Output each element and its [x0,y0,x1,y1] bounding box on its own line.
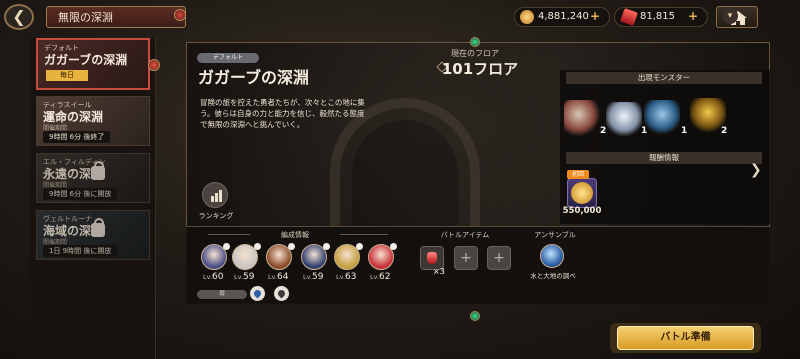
lock-icon [91,161,105,180]
rewards-header: 報酬情報 [566,152,762,164]
monster-count: 2 [721,126,728,136]
unit-level: Lv.62 [370,272,390,282]
element-icon [356,243,363,250]
lv-prefix: Lv. [203,273,213,281]
lv-value: 59 [312,272,324,282]
gold-coin-icon [520,10,534,24]
card-name: ガガーブの深淵 [44,53,128,67]
element-icon [223,243,230,250]
element-icon [390,243,397,250]
add-gold-button[interactable]: + [590,9,600,23]
lv-prefix: Lv. [268,273,278,281]
lv-prefix: Lv. [303,273,313,281]
card-time: 1日 9時間 後に開放 [43,245,118,257]
lv-value: 63 [345,272,357,282]
ensemble-icon[interactable] [540,244,564,268]
water-element-icon [250,286,265,301]
unit-level: Lv.59 [234,272,254,282]
lv-prefix: Lv. [234,273,244,281]
unit-level: Lv.63 [336,272,356,282]
floor-value: 101フロア [441,60,519,78]
gold-value: 4,881,240 [538,11,589,22]
element-icon [288,243,295,250]
dungeon-tag: デフォルト [197,53,259,63]
monster-count: 1 [641,126,648,136]
element-icon [323,243,330,250]
monster-icon[interactable] [606,102,642,138]
daily-badge: 毎日 [46,70,88,81]
formation-header: 編成情報 [281,231,309,239]
lv-prefix: Lv. [336,273,346,281]
potion-count: ×3 [433,267,445,276]
page-title: 無限の深淵 [58,11,113,24]
lock-icon [91,218,105,237]
first-clear-badge: 初回 [567,170,589,179]
potion-icon [427,252,437,264]
card-time: 9時間 6分 後終了 [43,131,111,143]
battle-items-header: バトルアイテム [440,231,490,239]
weakness-label: 弱 [197,290,247,299]
divider [208,234,250,235]
unit-level: Lv.59 [303,272,323,282]
title-gem-icon [174,9,186,21]
unit-level: Lv.64 [268,272,288,282]
ranking-button[interactable] [202,182,228,208]
dungeon-description: 冒険の旅を控えた勇者たちが、次々とこの地に集う。彼らは自身の力と能力を信じ、毅然… [200,98,365,129]
ensemble-header: アンサンブル [534,231,576,239]
gem-value: 81,815 [640,11,675,22]
monster-icon[interactable] [564,100,600,136]
dungeon-card-gagarb[interactable]: デフォルト ガガーブの深淵 毎日 [36,38,150,90]
add-gem-button[interactable]: + [688,9,698,23]
chevron-down-icon[interactable]: ▾ [722,8,738,24]
element-icon [254,243,261,250]
reward-amount: 550,000 [562,206,602,216]
battle-prepare-button[interactable]: バトル準備 [617,326,754,350]
arrow-left-icon: ❮ [12,7,26,26]
empty-item-slot[interactable]: + [487,246,511,270]
monsters-header: 出現モンスター [566,72,762,84]
selected-indicator-icon [148,59,160,71]
lv-value: 62 [379,272,391,282]
lv-value: 59 [243,272,255,282]
divider [340,234,388,235]
wind-icon [276,288,287,299]
empty-item-slot[interactable]: + [454,246,478,270]
back-button[interactable]: ❮ [4,4,34,30]
lv-value: 64 [277,272,289,282]
panel-gem-icon [470,37,480,47]
dungeon-title: ガガーブの深淵 [198,68,310,87]
water-drop-icon [252,288,263,299]
dungeon-card-destiny[interactable]: ティラスイール 運命の深淵 開催期間 9時間 6分 後終了 [36,96,150,146]
arch-doorway [352,120,458,230]
panel-gem-icon [470,311,480,321]
bar-chart-icon [211,190,222,202]
monster-count: 1 [681,126,688,136]
gold-coin-icon [571,182,593,204]
dungeon-card-sea[interactable]: ヴェルトルーナ 海域の深淵 開催期間 1日 9時間 後に開放 [36,210,150,260]
lv-value: 60 [212,272,224,282]
monster-icon[interactable] [644,100,680,136]
chevron-right-icon[interactable]: ❯ [750,162,762,178]
lv-prefix: Lv. [370,273,380,281]
ranking-label: ランキング [198,212,234,220]
card-time: 9時間 6分 後に開放 [43,188,118,200]
unit-level: Lv.60 [203,272,223,282]
wind-element-icon [274,286,289,301]
monster-count: 2 [600,126,607,136]
ensemble-name: 水と大地の調べ [530,272,576,280]
dungeon-card-eternal[interactable]: エル・フィルディン 永遠の深淵 開催期間 9時間 6分 後に開放 [36,153,150,203]
